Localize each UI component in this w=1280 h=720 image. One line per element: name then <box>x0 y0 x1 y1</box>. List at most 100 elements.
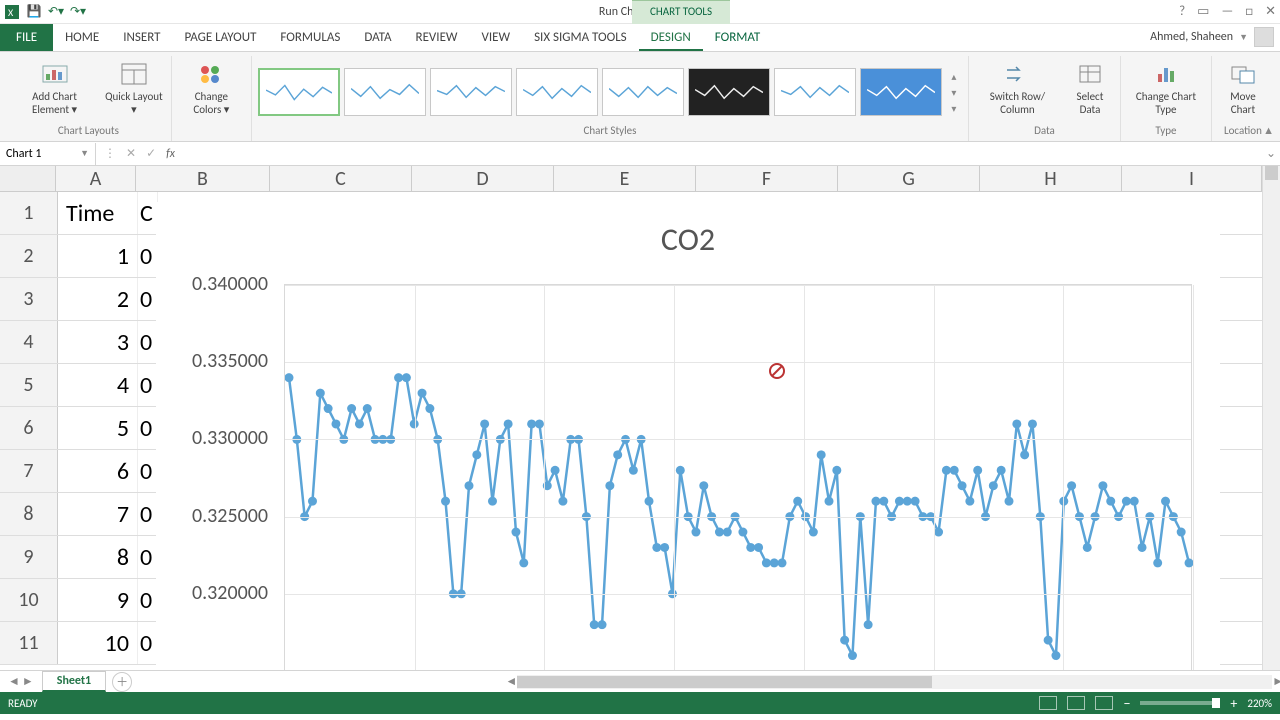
col-header-E[interactable]: E <box>554 166 696 191</box>
row-header[interactable]: 11 <box>0 622 58 664</box>
col-header-A[interactable]: A <box>56 166 136 191</box>
help-icon[interactable]: ? <box>1179 4 1185 19</box>
cell[interactable]: 5 <box>58 407 138 449</box>
col-header-H[interactable]: H <box>980 166 1122 191</box>
col-header-G[interactable]: G <box>838 166 980 191</box>
formula-input[interactable] <box>183 142 1262 165</box>
cell[interactable]: 0 <box>138 450 158 492</box>
undo-icon[interactable]: ↶▾ <box>48 4 64 20</box>
row-header[interactable]: 9 <box>0 536 58 578</box>
add-chart-element-button[interactable]: Add Chart Element ▾ <box>12 56 97 120</box>
chart-style-8[interactable] <box>860 68 942 116</box>
tab-formulas[interactable]: FORMULAS <box>268 24 352 51</box>
sheet-nav[interactable]: ◄► <box>0 674 42 689</box>
enter-icon[interactable]: ✓ <box>146 146 156 161</box>
row-header[interactable]: 1 <box>0 192 58 234</box>
quick-layout-button[interactable]: Quick Layout ▾ <box>103 56 165 120</box>
sheet-tab-sheet1[interactable]: Sheet1 <box>42 671 106 692</box>
chart-style-5[interactable] <box>602 68 684 116</box>
plot-area[interactable] <box>284 284 1192 670</box>
chevron-right-icon[interactable]: ► <box>22 674 34 689</box>
minimize-icon[interactable]: — <box>1221 4 1233 19</box>
tab-home[interactable]: HOME <box>53 24 111 51</box>
chart-style-2[interactable] <box>344 68 426 116</box>
cell[interactable]: 0 <box>138 321 158 363</box>
zoom-slider[interactable] <box>1140 701 1220 705</box>
zoom-level[interactable]: 220% <box>1247 697 1272 710</box>
tab-design[interactable]: DESIGN <box>639 24 703 51</box>
tab-view[interactable]: VIEW <box>470 24 523 51</box>
move-chart-button[interactable]: Move Chart <box>1218 56 1268 120</box>
tab-file[interactable]: FILE <box>0 24 53 51</box>
zoom-in-icon[interactable]: + <box>1230 695 1237 712</box>
cell[interactable]: 0 <box>138 536 158 578</box>
tab-page-layout[interactable]: PAGE LAYOUT <box>173 24 269 51</box>
ribbon-options-icon[interactable]: ▭ <box>1197 4 1209 19</box>
row-header[interactable]: 6 <box>0 407 58 449</box>
cell[interactable]: 0 <box>138 235 158 277</box>
maximize-icon[interactable]: □ <box>1245 4 1253 19</box>
change-chart-type-button[interactable]: Change Chart Type <box>1127 56 1205 120</box>
new-sheet-button[interactable]: ＋ <box>112 672 132 692</box>
cell[interactable]: 0 <box>138 579 158 621</box>
cell[interactable]: C <box>138 192 158 234</box>
expand-formula-bar-icon[interactable]: ⌄ <box>1262 146 1280 161</box>
chart-style-3[interactable] <box>430 68 512 116</box>
chart-style-1[interactable] <box>258 68 340 116</box>
gallery-more[interactable]: ▴▾▾ <box>946 68 962 116</box>
chart-style-4[interactable] <box>516 68 598 116</box>
view-normal-icon[interactable] <box>1039 696 1057 710</box>
tab-review[interactable]: REVIEW <box>404 24 470 51</box>
chart-style-7[interactable] <box>774 68 856 116</box>
collapse-ribbon-icon[interactable]: ▲ <box>1263 124 1274 137</box>
cell[interactable]: 0 <box>138 278 158 320</box>
more-icon[interactable]: ⋮ <box>104 146 116 161</box>
cell[interactable]: 1 <box>58 235 138 277</box>
cell[interactable]: 2 <box>58 278 138 320</box>
row-header[interactable]: 3 <box>0 278 58 320</box>
select-all-corner[interactable] <box>0 166 56 191</box>
tab-format[interactable]: FORMAT <box>703 24 772 51</box>
name-box[interactable]: Chart 1▼ <box>0 143 96 165</box>
save-icon[interactable]: 💾 <box>26 4 42 20</box>
embedded-chart[interactable]: CO2 0.3400000.3350000.3300000.3250000.32… <box>156 202 1220 670</box>
cell[interactable]: Time <box>58 192 138 234</box>
tab-six-sigma[interactable]: SIX SIGMA TOOLS <box>522 24 639 51</box>
cell[interactable]: 3 <box>58 321 138 363</box>
col-header-C[interactable]: C <box>270 166 412 191</box>
view-page-layout-icon[interactable] <box>1067 696 1085 710</box>
cancel-icon[interactable]: ✕ <box>126 146 136 161</box>
col-header-F[interactable]: F <box>696 166 838 191</box>
cell[interactable]: 4 <box>58 364 138 406</box>
tab-data[interactable]: DATA <box>352 24 403 51</box>
col-header-B[interactable]: B <box>136 166 270 191</box>
cell[interactable]: 0 <box>138 493 158 535</box>
chart-title[interactable]: CO2 <box>156 202 1220 269</box>
chevron-left-icon[interactable]: ◄ <box>8 674 20 689</box>
row-header[interactable]: 4 <box>0 321 58 363</box>
horizontal-scrollbar[interactable]: ◄► <box>517 675 1272 689</box>
cell[interactable]: 6 <box>58 450 138 492</box>
cell[interactable]: 0 <box>138 364 158 406</box>
fx-icon[interactable]: fx <box>166 147 175 161</box>
switch-row-column-button[interactable]: Switch Row/ Column <box>975 56 1060 120</box>
cell[interactable]: 7 <box>58 493 138 535</box>
row-header[interactable]: 10 <box>0 579 58 621</box>
zoom-out-icon[interactable]: − <box>1123 695 1130 712</box>
cell[interactable]: 0 <box>138 622 158 664</box>
account-user[interactable]: Ahmed, Shaheen▼ <box>1150 27 1274 47</box>
cell[interactable]: 10 <box>58 622 138 664</box>
row-header[interactable]: 5 <box>0 364 58 406</box>
row-header[interactable]: 8 <box>0 493 58 535</box>
tab-insert[interactable]: INSERT <box>111 24 172 51</box>
view-page-break-icon[interactable] <box>1095 696 1113 710</box>
chart-style-6[interactable] <box>688 68 770 116</box>
redo-icon[interactable]: ↷▾ <box>70 4 86 20</box>
row-header[interactable]: 7 <box>0 450 58 492</box>
col-header-D[interactable]: D <box>412 166 554 191</box>
select-data-button[interactable]: Select Data <box>1066 56 1114 120</box>
change-colors-button[interactable]: Change Colors ▾ <box>178 56 245 120</box>
worksheet[interactable]: ABCDEFGHI 1TimeC210320430540650760870980… <box>0 166 1262 670</box>
col-header-I[interactable]: I <box>1122 166 1262 191</box>
cell[interactable]: 0 <box>138 407 158 449</box>
